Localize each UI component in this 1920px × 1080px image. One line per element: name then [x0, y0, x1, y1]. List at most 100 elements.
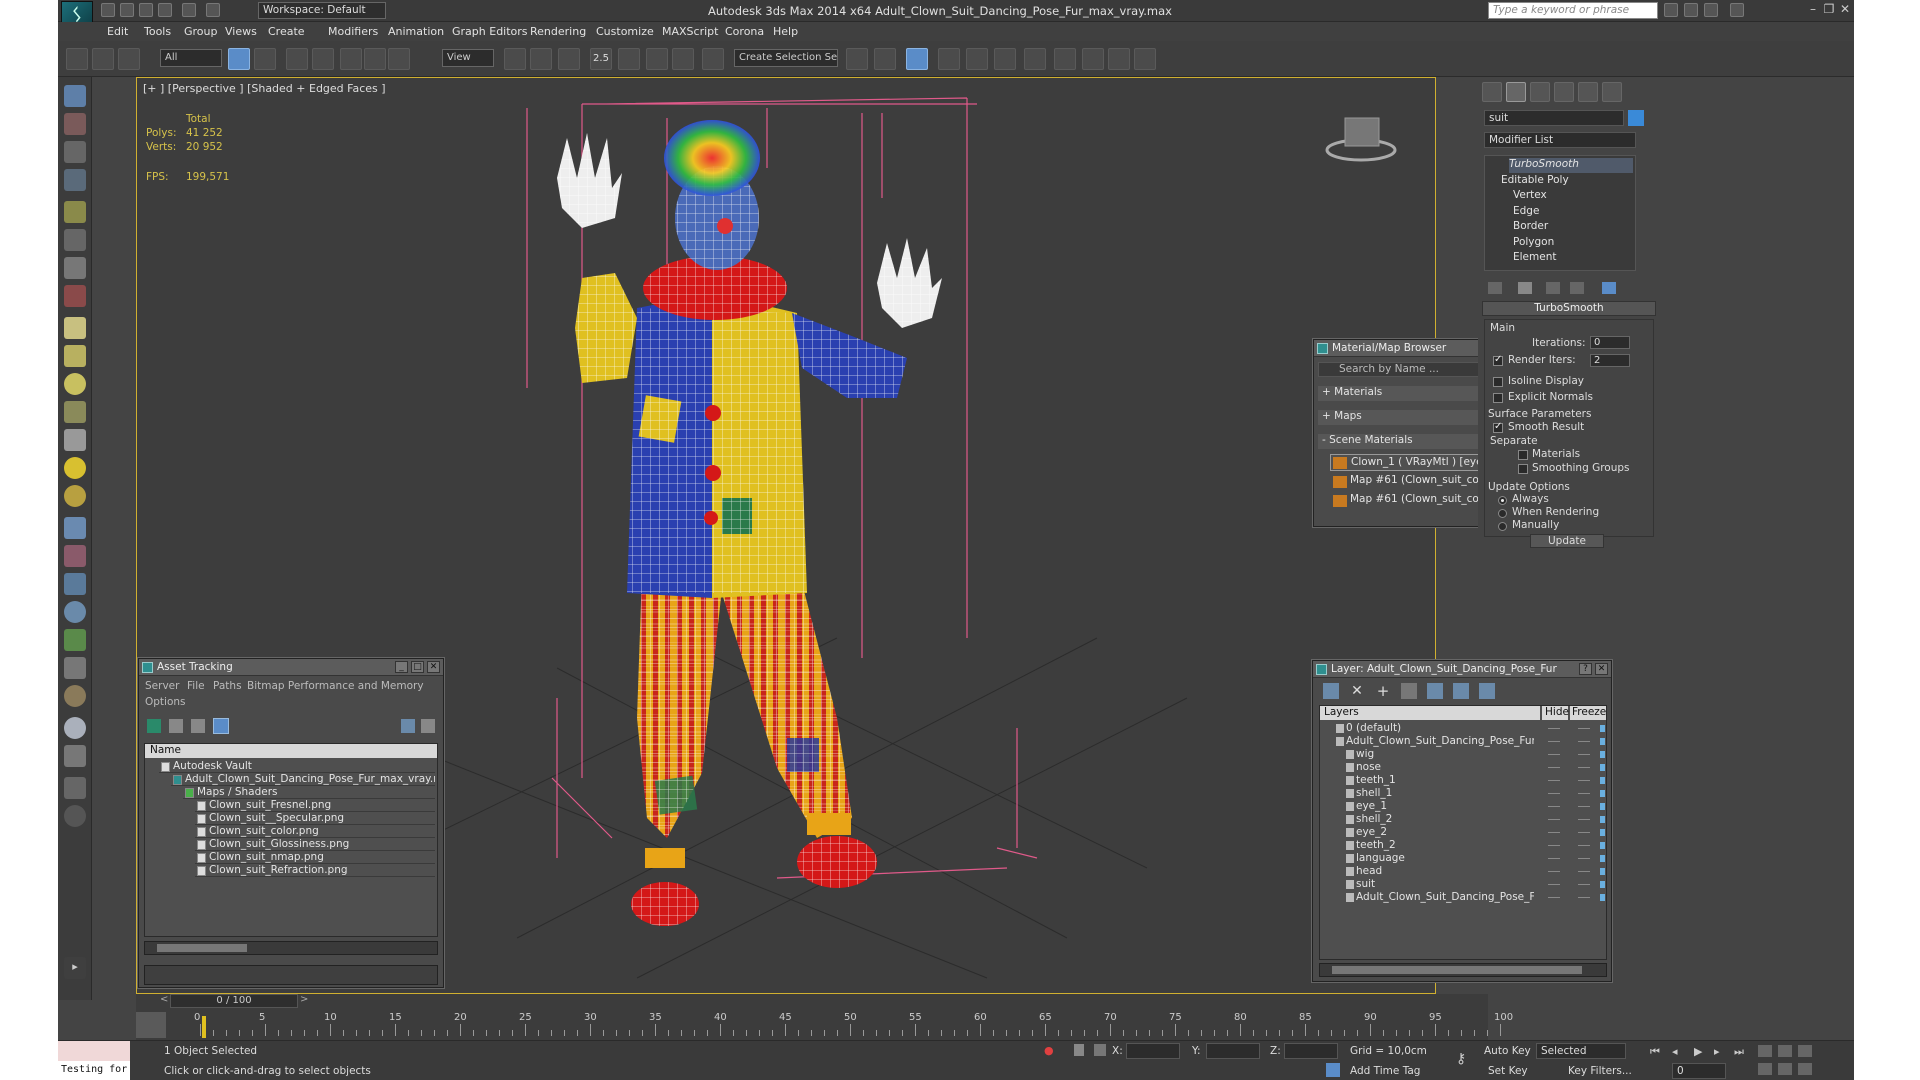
- manually-radio[interactable]: [1498, 522, 1507, 531]
- infocenter-icon[interactable]: [1664, 3, 1678, 17]
- goto-start-icon[interactable]: ⏮: [1650, 1045, 1664, 1058]
- freeze-toggle[interactable]: [1578, 845, 1590, 846]
- minimize-button[interactable]: _: [395, 661, 408, 673]
- open-icon[interactable]: [120, 3, 134, 17]
- table-row[interactable]: Adult_Clown_Suit_Dancing_Pose_Fur_max_vr…: [171, 773, 435, 786]
- table-row[interactable]: Clown_suit__Specular.png: [195, 812, 435, 825]
- rotate-icon[interactable]: [364, 48, 386, 70]
- freeze-toggle[interactable]: [1578, 871, 1590, 872]
- close-icon[interactable]: ✕: [427, 661, 440, 673]
- hf-icon[interactable]: [64, 657, 86, 679]
- settings-icon[interactable]: [421, 719, 435, 733]
- hair-fur-icon[interactable]: [64, 517, 86, 539]
- undo-icon[interactable]: [158, 3, 172, 17]
- render-toggle[interactable]: [1600, 790, 1605, 797]
- list-item[interactable]: eye_1: [1344, 800, 1534, 813]
- list-item[interactable]: eye_2: [1344, 826, 1534, 839]
- cone-icon[interactable]: [64, 429, 86, 451]
- particles-icon[interactable]: [64, 285, 86, 307]
- freeze-toggle[interactable]: [1578, 728, 1590, 729]
- freeze-toggle[interactable]: [1578, 806, 1590, 807]
- list-item[interactable]: teeth_1: [1344, 774, 1534, 787]
- hide-toggle[interactable]: [1548, 871, 1560, 872]
- freeze-toggle[interactable]: [1578, 897, 1590, 898]
- prev-frame-icon[interactable]: <: [160, 994, 170, 1008]
- table-row[interactable]: Clown_suit_Refraction.png: [195, 864, 435, 877]
- modifier-stack-item[interactable]: Vertex: [1513, 189, 1633, 204]
- asset-menu-options[interactable]: Options: [145, 696, 186, 708]
- new-icon[interactable]: [101, 3, 115, 17]
- object-name-field[interactable]: suit: [1484, 110, 1624, 126]
- always-radio[interactable]: [1498, 496, 1507, 505]
- delete-layer-icon[interactable]: ✕: [1349, 683, 1365, 699]
- render-toggle[interactable]: [1600, 725, 1605, 732]
- snap-toggle-icon[interactable]: 2.5: [590, 48, 612, 70]
- render-toggle[interactable]: [1600, 894, 1605, 901]
- table-row[interactable]: Maps / Shaders: [183, 786, 435, 799]
- project-folder-icon[interactable]: [206, 3, 220, 17]
- render-toggle[interactable]: [1600, 751, 1605, 758]
- unlink-icon[interactable]: [92, 48, 114, 70]
- helper-icon[interactable]: [64, 257, 86, 279]
- plane-icon[interactable]: [64, 317, 86, 339]
- sphere-icon[interactable]: [64, 373, 86, 395]
- lock-icon[interactable]: [1074, 1044, 1084, 1056]
- add-to-layer-icon[interactable]: +: [1375, 683, 1391, 699]
- zoom-icon[interactable]: [1758, 1045, 1772, 1057]
- render-toggle[interactable]: [1600, 842, 1605, 849]
- key-set-dropdown[interactable]: Selected: [1536, 1043, 1626, 1059]
- render-setup-icon[interactable]: [1082, 48, 1104, 70]
- time-cursor[interactable]: [202, 1016, 206, 1038]
- refresh-icon[interactable]: [147, 719, 161, 733]
- list-item[interactable]: Adult_Clown_Suit_Dancing_Pose_Fur: [1344, 891, 1534, 904]
- maxscript-listener[interactable]: [58, 1041, 130, 1061]
- menu-customize[interactable]: Customize: [596, 25, 654, 38]
- maxscript-input[interactable]: Testing for: [58, 1061, 130, 1080]
- iterations-spinner[interactable]: 0: [1590, 336, 1630, 349]
- light-icon[interactable]: [64, 201, 86, 223]
- hide-toggle[interactable]: [1548, 884, 1560, 885]
- isoline-checkbox[interactable]: [1493, 377, 1503, 387]
- list-item[interactable]: wig: [1344, 748, 1534, 761]
- object-color-swatch[interactable]: [1628, 110, 1644, 126]
- select-object-icon[interactable]: [228, 48, 250, 70]
- asset-path-field[interactable]: [144, 965, 438, 985]
- redo-icon[interactable]: [182, 3, 196, 17]
- select-link-icon[interactable]: [66, 48, 88, 70]
- render-toggle[interactable]: [1600, 868, 1605, 875]
- create-tab-icon[interactable]: [1482, 82, 1502, 102]
- render-iters-checkbox[interactable]: [1493, 354, 1503, 366]
- menu-edit[interactable]: Edit: [107, 25, 128, 38]
- layer-panel-header[interactable]: Layer: Adult_Clown_Suit_Dancing_Pose_Fur…: [1313, 661, 1611, 678]
- grid-icon[interactable]: [64, 745, 86, 767]
- auto-key-button[interactable]: Auto Key: [1484, 1045, 1531, 1057]
- omni-light-icon[interactable]: [64, 485, 86, 507]
- menu-help[interactable]: Help: [773, 25, 798, 38]
- x-coordinate-field[interactable]: [1126, 1043, 1180, 1059]
- render-toggle[interactable]: [1600, 777, 1605, 784]
- modifier-stack-item[interactable]: Polygon: [1513, 236, 1633, 251]
- list-item[interactable]: nose: [1344, 761, 1534, 774]
- isolate-icon[interactable]: ●: [1044, 1044, 1054, 1057]
- menu-corona[interactable]: Corona: [725, 25, 764, 38]
- render-toggle[interactable]: [1600, 738, 1605, 745]
- remove-modifier-icon[interactable]: [1570, 282, 1584, 294]
- menu-maxscript[interactable]: MAXScript: [662, 25, 718, 38]
- hide-toggle[interactable]: [1548, 858, 1560, 859]
- modifier-stack-item[interactable]: Border: [1513, 220, 1633, 235]
- render-toggle[interactable]: [1600, 803, 1605, 810]
- hierarchy-tab-icon[interactable]: [1530, 82, 1550, 102]
- modifier-stack-item[interactable]: Editable Poly: [1501, 174, 1633, 189]
- when-rendering-radio[interactable]: [1498, 509, 1507, 518]
- table-row[interactable]: Clown_suit_Glossiness.png: [195, 838, 435, 851]
- close-icon[interactable]: ✕: [1595, 663, 1608, 675]
- rendered-frame-icon[interactable]: [1108, 48, 1130, 70]
- table-view-icon[interactable]: [213, 718, 229, 734]
- prev-key-icon[interactable]: ◂: [1672, 1045, 1686, 1058]
- smoothing-groups-checkbox[interactable]: [1518, 464, 1528, 474]
- hide-toggle[interactable]: [1548, 754, 1560, 755]
- modifier-stack-item[interactable]: Edge: [1513, 205, 1633, 220]
- hide-toggle[interactable]: [1548, 832, 1560, 833]
- help-icon[interactable]: [1730, 3, 1744, 17]
- make-unique-icon[interactable]: [1546, 282, 1560, 294]
